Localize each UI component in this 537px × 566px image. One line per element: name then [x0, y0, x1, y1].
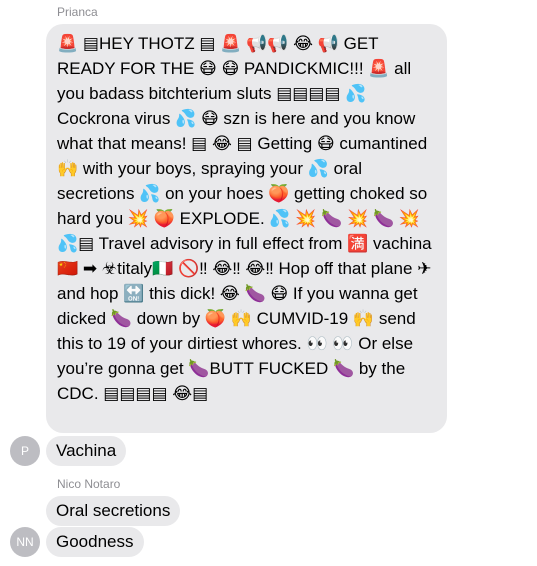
- message-text: Oral secretions: [56, 501, 171, 520]
- sender-name: Nico Notaro: [57, 477, 121, 491]
- message-text: Goodness: [56, 532, 134, 551]
- message-bubble[interactable]: Vachina: [46, 436, 127, 466]
- message-text: 🚨 ▤HEY THOTZ ▤ 🚨 📢📢 😂 📢 GET READY FOR TH…: [57, 34, 437, 403]
- message-text: Vachina: [56, 441, 117, 460]
- message-bubble[interactable]: Goodness: [46, 527, 144, 557]
- message-bubble[interactable]: Oral secretions: [46, 496, 181, 526]
- message-bubble[interactable]: 🚨 ▤HEY THOTZ ▤ 🚨 📢📢 😂 📢 GET READY FOR TH…: [46, 24, 447, 433]
- avatar[interactable]: NN: [10, 527, 40, 557]
- sender-name: Prianca: [57, 5, 98, 19]
- avatar[interactable]: P: [10, 436, 40, 466]
